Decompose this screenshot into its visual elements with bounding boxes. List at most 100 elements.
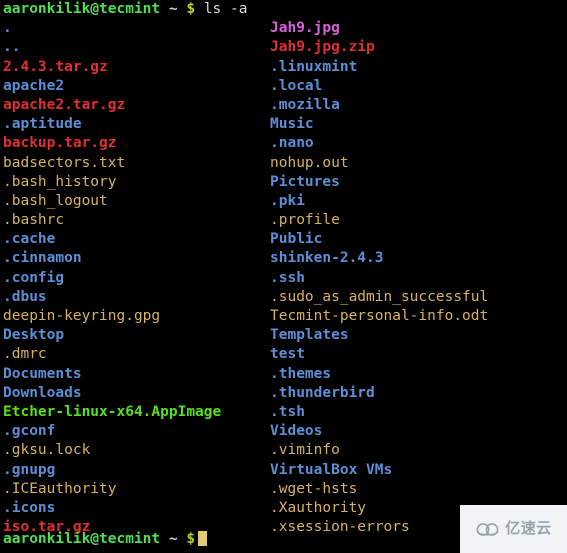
ls-entry-name: 2.4.3.tar.gz xyxy=(3,58,108,75)
ls-entry-name: .ssh xyxy=(270,269,305,286)
terminal-window[interactable]: aaronkilik@tecmint ~ $ ls -a ... 2.4.3.ta… xyxy=(0,0,567,553)
ls-entry-name: Jah9.jpg.zip xyxy=(270,39,375,56)
ls-entry-name: .pki xyxy=(270,192,305,209)
ls-entry: Desktop xyxy=(3,326,265,345)
spacer-row xyxy=(270,0,560,19)
ls-entry: .. xyxy=(3,38,265,57)
ls-entry: shinken-2.4.3 xyxy=(270,249,560,268)
ls-entry-name: .bash_logout xyxy=(3,192,108,209)
ls-entry-name: .. xyxy=(3,39,21,56)
ls-entry-name: .dbus xyxy=(3,288,47,305)
ls-entry: Music xyxy=(270,115,560,134)
ls-entry-name: .ICEauthority xyxy=(3,480,117,497)
ls-entry: .dbus xyxy=(3,288,265,307)
ls-entry: . xyxy=(3,19,265,38)
ls-entry: Jah9.jpg xyxy=(270,19,560,38)
ls-entry: .icons xyxy=(3,499,265,518)
ls-entry: .thunderbird xyxy=(270,384,560,403)
ls-entry-name: Music xyxy=(270,116,314,133)
ls-entry: Tecmint-personal-info.odt xyxy=(270,307,560,326)
ls-entry-name: Public xyxy=(270,231,323,248)
ls-entry-name: .local xyxy=(270,77,323,94)
ls-entry: .bash_logout xyxy=(3,192,265,211)
ls-entry: .config xyxy=(3,269,265,288)
ls-entry-name: .linuxmint xyxy=(270,58,358,75)
ls-entry: Downloads xyxy=(3,384,265,403)
ls-entry: .nano xyxy=(270,134,560,153)
ls-entry: .gconf xyxy=(3,422,265,441)
ls-entry: 2.4.3.tar.gz xyxy=(3,58,265,77)
ls-entry-name: .config xyxy=(3,269,65,286)
ls-entry-name: .viminfo xyxy=(270,442,340,459)
ls-entry: .cache xyxy=(3,230,265,249)
ls-entry: Public xyxy=(270,230,560,249)
ls-entry-name: .tsh xyxy=(270,403,305,420)
ls-entry-name: .cache xyxy=(3,231,56,248)
cloud-icon xyxy=(476,523,499,536)
ls-entry: .cinnamon xyxy=(3,249,265,268)
ls-entry-name: .wget-hsts xyxy=(270,480,358,497)
prompt-dollar-bottom: $ xyxy=(186,531,196,547)
ls-entry: Documents xyxy=(3,365,265,384)
ls-entry-name: .gksu.lock xyxy=(3,442,91,459)
ls-entry-name: test xyxy=(270,346,305,363)
ls-entry-name: .mozilla xyxy=(270,96,340,113)
ls-entry: .profile xyxy=(270,211,560,230)
ls-entry-name: .gnupg xyxy=(3,461,56,478)
ls-entry-name: . xyxy=(3,20,12,37)
ls-entry: .wget-hsts xyxy=(270,480,560,499)
ls-entry-name: .nano xyxy=(270,135,314,152)
ls-entry: backup.tar.gz xyxy=(3,134,265,153)
ls-entry-name: .Xauthority xyxy=(270,499,367,516)
ls-entry-name: nohup.out xyxy=(270,154,349,171)
ls-entry: .tsh xyxy=(270,403,560,422)
ls-entry: VirtualBox VMs xyxy=(270,461,560,480)
ls-entry: .aptitude xyxy=(3,115,265,134)
ls-entry: Pictures xyxy=(270,173,560,192)
ls-entry: Jah9.jpg.zip xyxy=(270,38,560,57)
spacer-row xyxy=(3,0,265,19)
ls-entry: .dmrc xyxy=(3,345,265,364)
ls-entry: .mozilla xyxy=(270,96,560,115)
watermark: 亿速云 xyxy=(460,505,567,553)
ls-entry-name: Etcher-linux-x64.AppImage xyxy=(3,403,222,420)
ls-entry: badsectors.txt xyxy=(3,154,265,173)
ls-entry: .sudo_as_admin_successful xyxy=(270,288,560,307)
prompt-space-4 xyxy=(160,531,169,547)
ls-entry: .themes xyxy=(270,365,560,384)
ls-entry: .bash_history xyxy=(3,173,265,192)
ls-entry: .local xyxy=(270,77,560,96)
ls-entry-name: Desktop xyxy=(3,327,65,344)
watermark-text: 亿速云 xyxy=(505,519,552,538)
ls-entry: .pki xyxy=(270,192,560,211)
ls-entry-name: Templates xyxy=(270,327,349,344)
prompt-path-bottom: ~ xyxy=(168,531,178,547)
ls-entry-name: backup.tar.gz xyxy=(3,135,117,152)
prompt-line-bottom[interactable]: aaronkilik@tecmint ~ $ xyxy=(3,530,208,549)
ls-entry-name: .profile xyxy=(270,212,340,229)
ls-entry-name: .aptitude xyxy=(3,116,82,133)
ls-entry-name: Jah9.jpg xyxy=(270,20,340,37)
ls-entry-name: badsectors.txt xyxy=(3,154,126,171)
text-cursor xyxy=(198,531,208,546)
ls-entry-name: .xsession-errors xyxy=(270,519,410,536)
ls-entry-name: Tecmint-personal-info.odt xyxy=(270,308,489,324)
ls-entry-name: .thunderbird xyxy=(270,384,375,401)
ls-entry-name: apache2.tar.gz xyxy=(3,96,126,113)
ls-entry: .gnupg xyxy=(3,461,265,480)
ls-entry-name: .sudo_as_admin_successful xyxy=(270,288,489,305)
ls-entry-name: apache2 xyxy=(3,77,65,94)
ls-entry: Templates xyxy=(270,326,560,345)
ls-entry-name: deepin-keyring.gpg xyxy=(3,308,161,324)
ls-entry: deepin-keyring.gpg xyxy=(3,307,265,326)
ls-entry-name: .cinnamon xyxy=(3,250,82,267)
ls-entry: .linuxmint xyxy=(270,58,560,77)
ls-entry: nohup.out xyxy=(270,154,560,173)
ls-entry: Etcher-linux-x64.AppImage xyxy=(3,403,265,422)
ls-entry-name: Videos xyxy=(270,423,323,440)
ls-entry: .ICEauthority xyxy=(3,480,265,499)
ls-entry: Videos xyxy=(270,422,560,441)
ls-entry-name: .dmrc xyxy=(3,346,47,363)
ls-entry-name: .themes xyxy=(270,365,332,382)
ls-entry: .bashrc xyxy=(3,211,265,230)
